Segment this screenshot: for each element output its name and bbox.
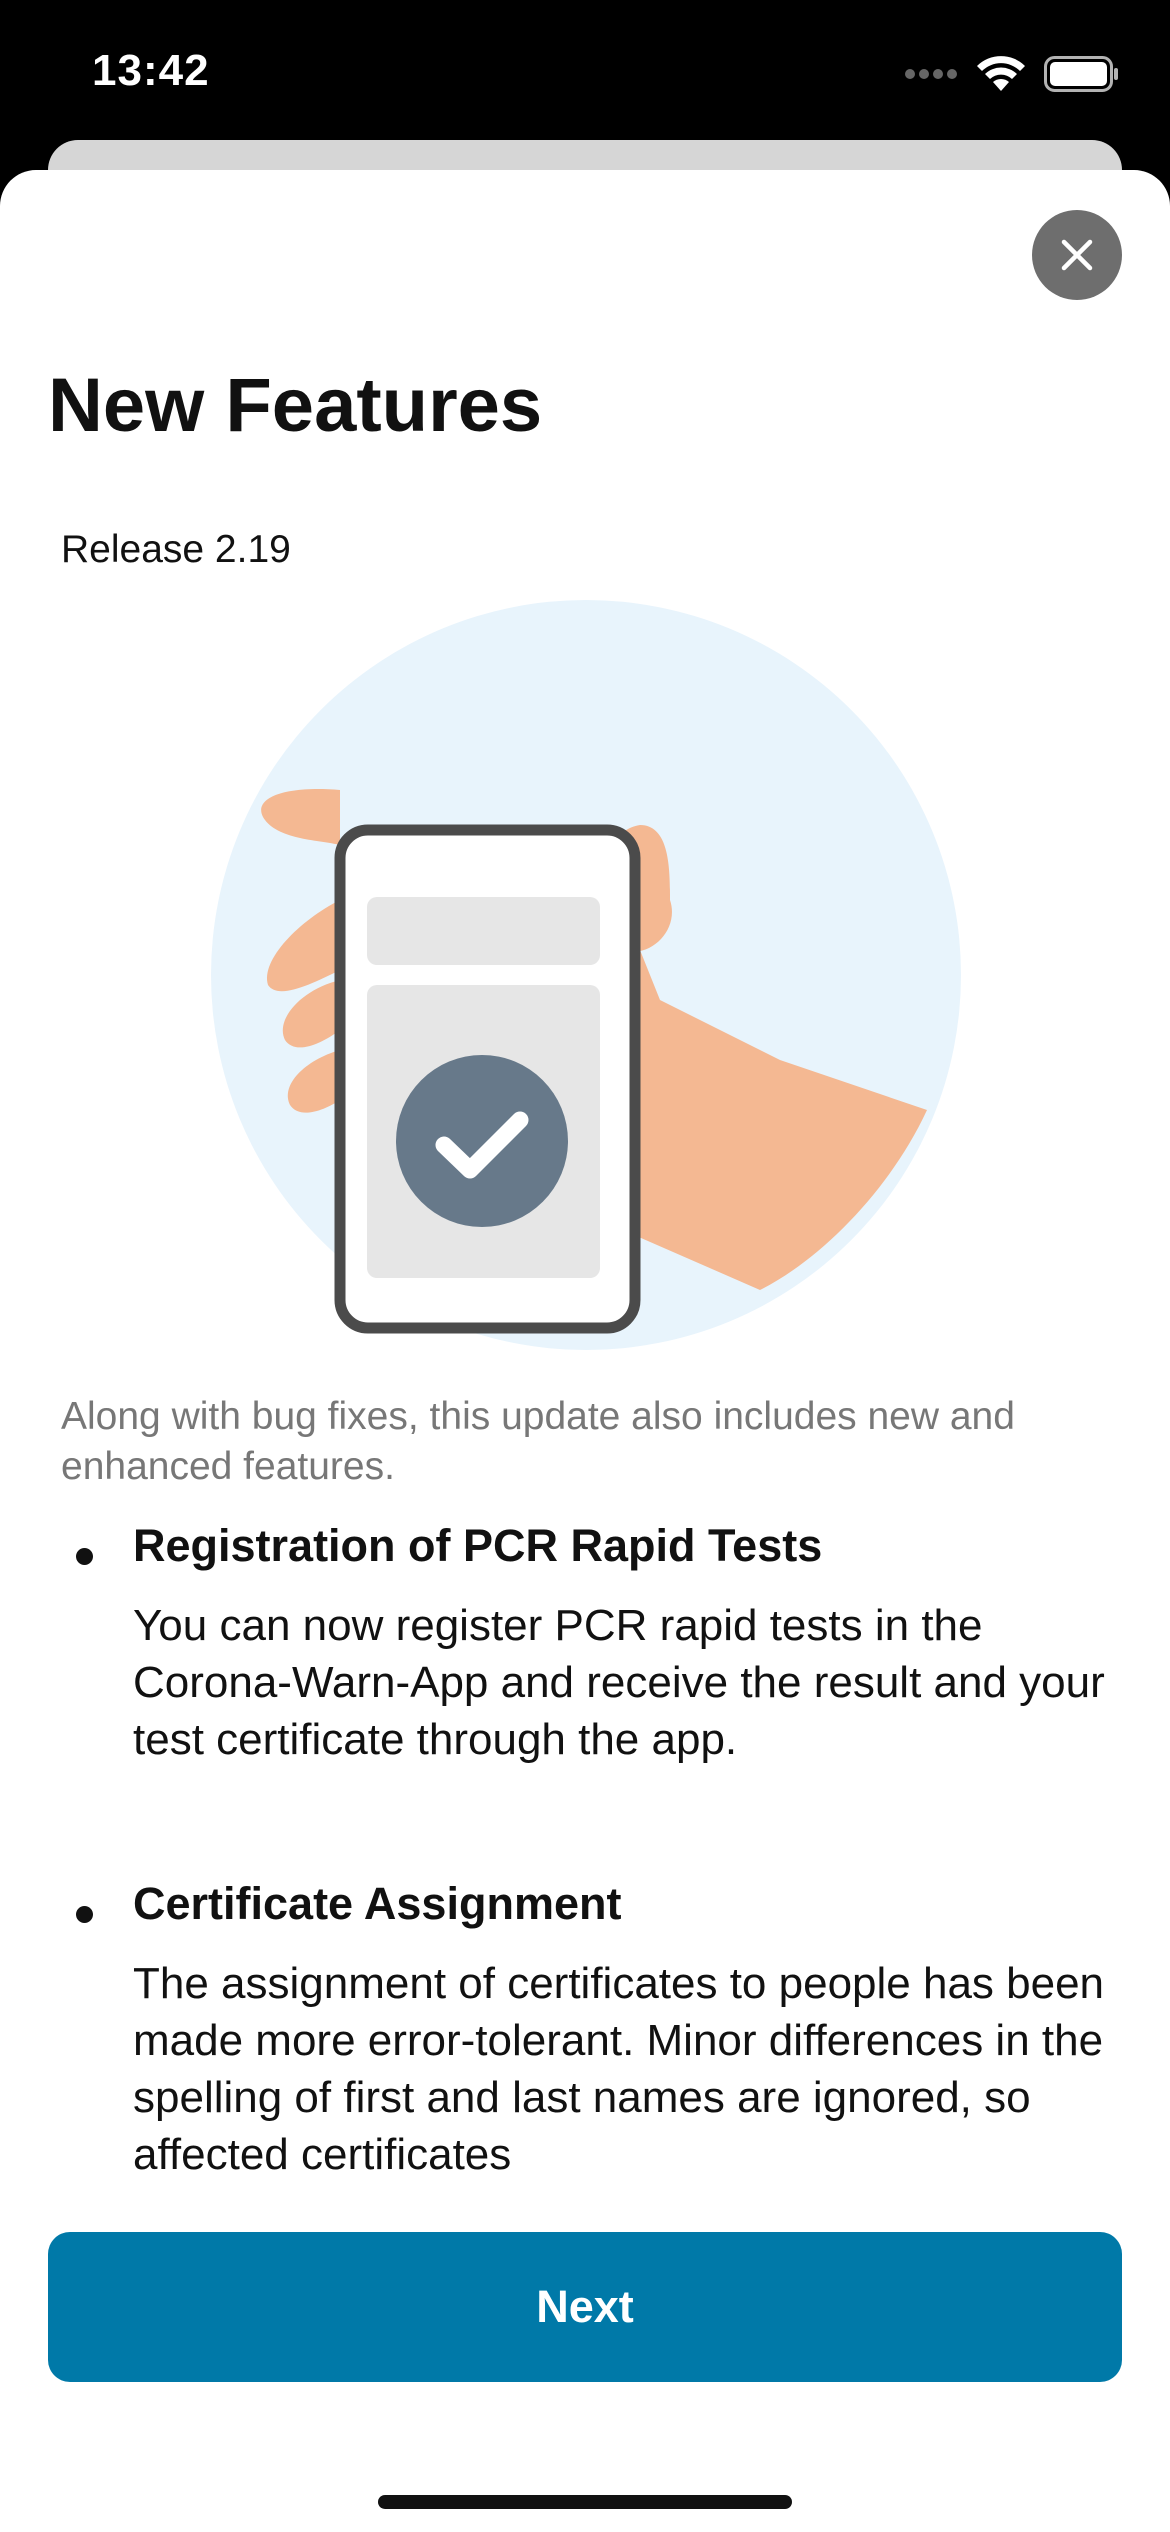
feature-title: Registration of PCR Rapid Tests [133, 1520, 823, 1571]
next-button[interactable]: Next [48, 2232, 1122, 2382]
status-bar: 13:42 [0, 0, 1170, 140]
battery-icon [1044, 56, 1118, 92]
close-icon [1061, 239, 1093, 271]
features-list: Registration of PCR Rapid Tests You can … [0, 1520, 1170, 2190]
status-icons [904, 50, 1120, 98]
cellular-signal-icon [905, 69, 957, 79]
close-button[interactable] [1032, 210, 1122, 300]
feature-body: You can now register PCR rapid tests in … [133, 1601, 1105, 1764]
bullet-icon [76, 1906, 93, 1923]
wifi-icon [977, 56, 1025, 91]
bullet-icon [76, 1548, 93, 1565]
intro-text: Along with bug fixes, this update also i… [61, 1395, 1015, 1488]
screen: 13:42 New Features Release 2.19 Along wi… [0, 0, 1170, 2532]
home-indicator [378, 2495, 792, 2509]
feature-body: The assignment of certificates to people… [133, 1959, 1105, 2179]
check-badge-icon [396, 1055, 568, 1227]
new-features-sheet: New Features Release 2.19 Along with bug… [0, 170, 1170, 2532]
phone-in-hand-illustration [211, 600, 961, 1350]
release-label: Release 2.19 [61, 528, 291, 571]
feature-title: Certificate Assignment [133, 1878, 622, 1929]
page-title: New Features [48, 363, 543, 448]
status-time: 13:42 [92, 46, 210, 95]
